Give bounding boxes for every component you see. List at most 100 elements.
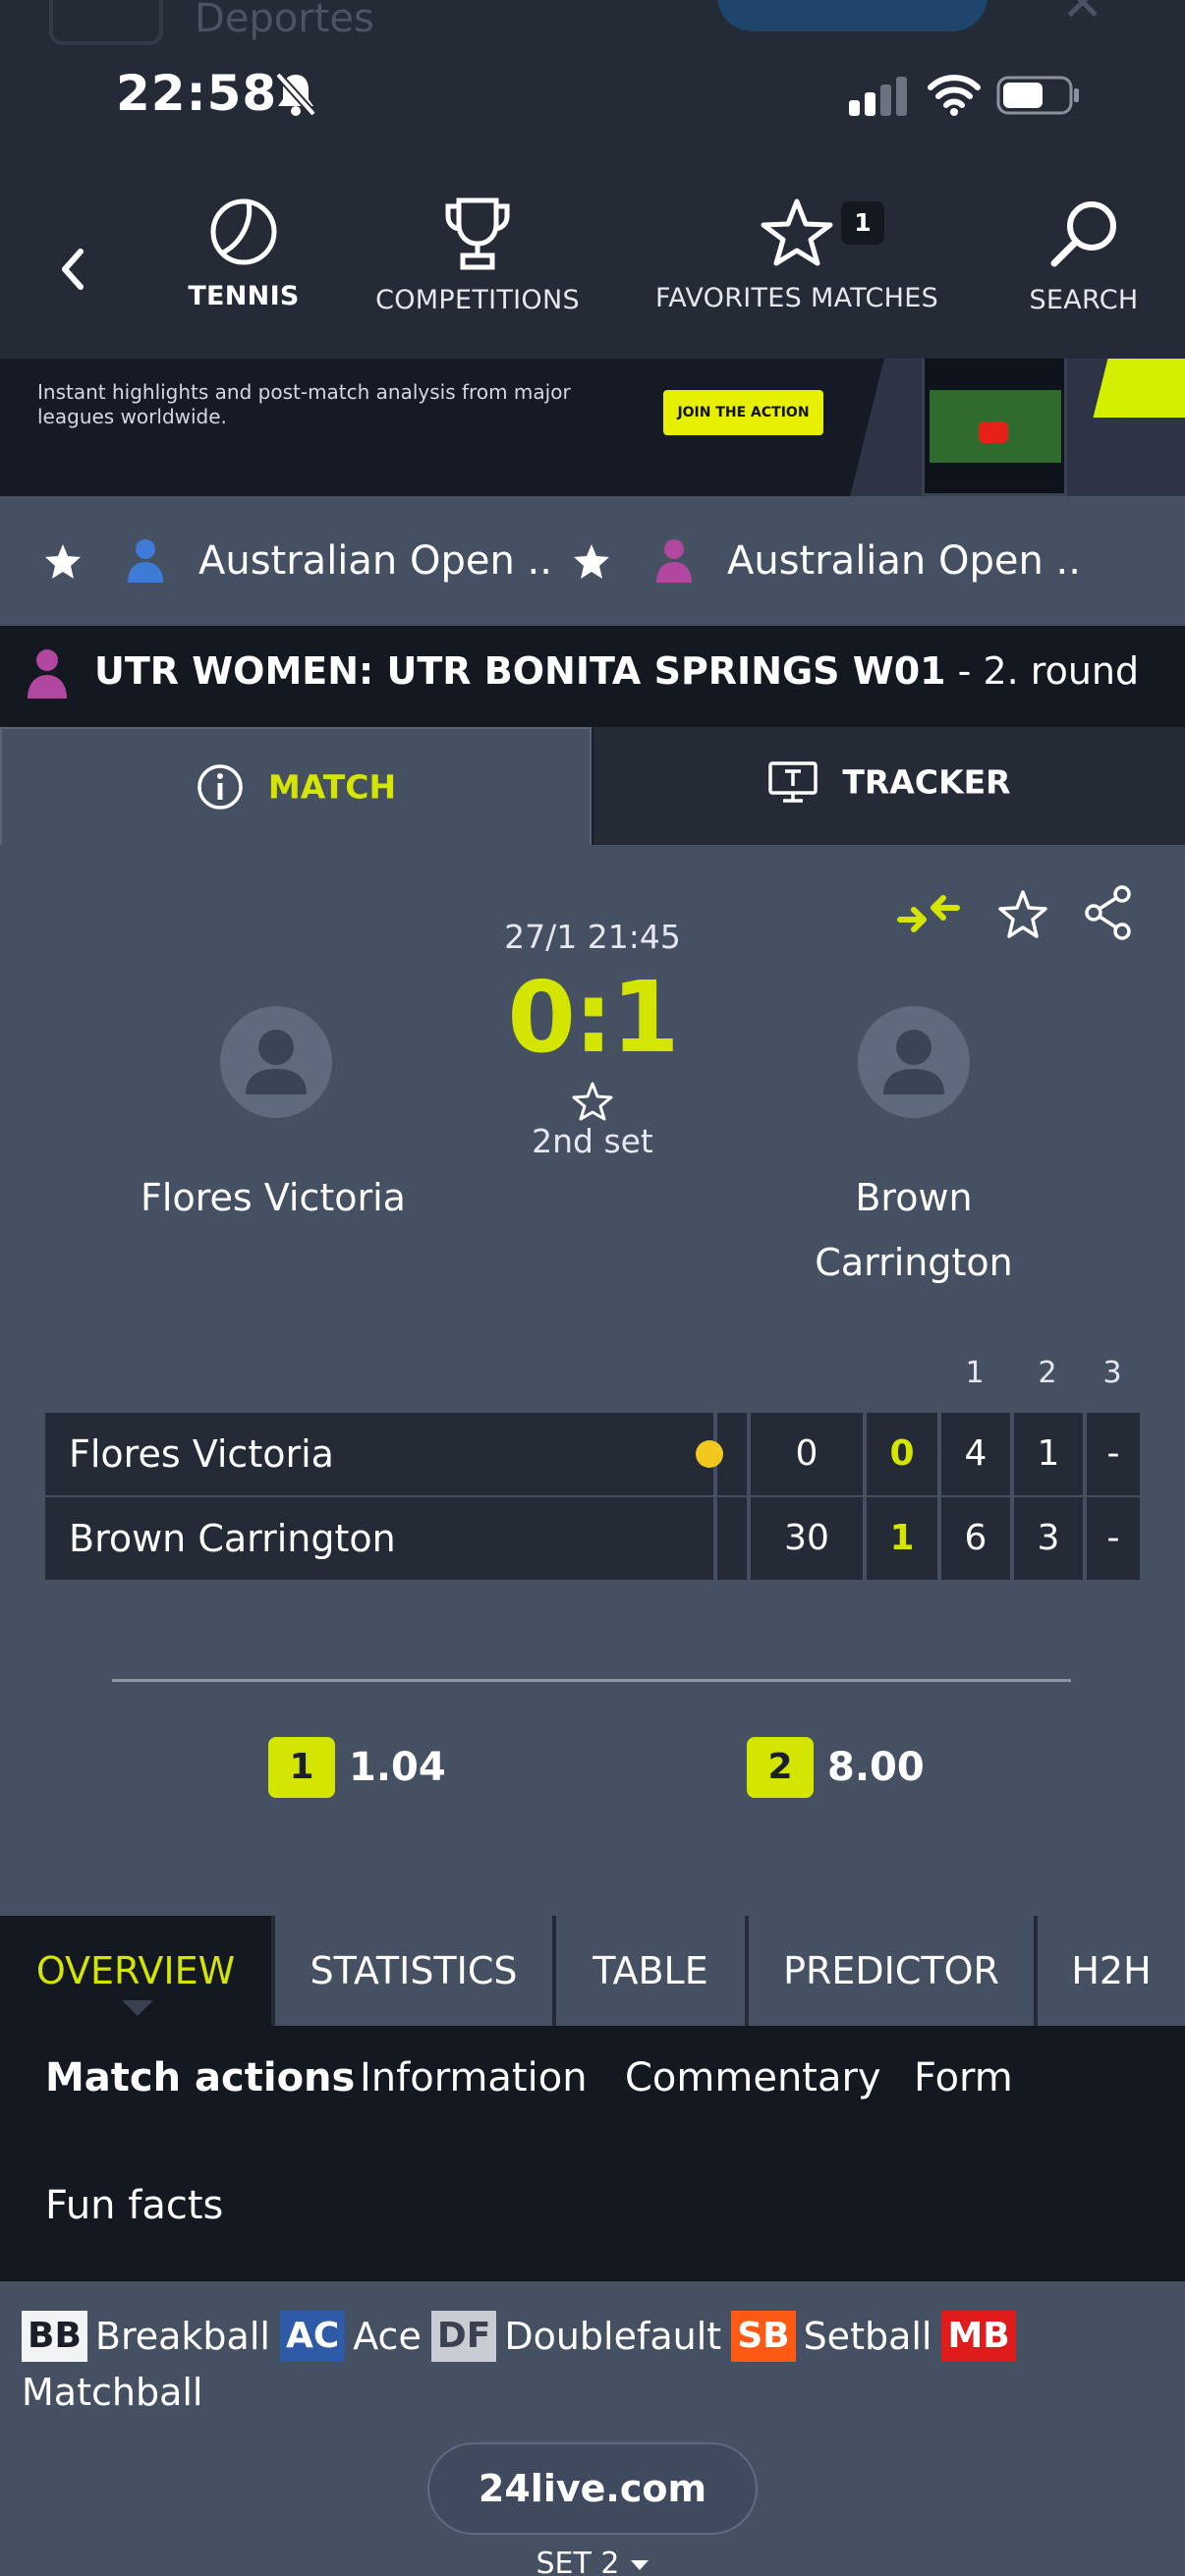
app-store-banner-logo [49,0,163,45]
favorite-star-icon[interactable] [996,888,1049,941]
share-icon[interactable] [1083,884,1134,941]
compress-view-icon[interactable] [896,888,961,939]
set3-cell: - [1083,1413,1140,1495]
play-icon [979,421,1008,443]
tab-match[interactable]: MATCH [0,727,592,845]
set1-cell: 6 [937,1497,1010,1580]
female-person-icon [656,539,692,583]
odds-away[interactable]: 2 8.00 [747,1737,943,1798]
nav-tennis[interactable]: TENNIS [175,196,312,344]
favorites-count-badge: 1 [841,201,884,245]
tab-h2h[interactable]: H2H [1034,1916,1185,2026]
legend-badge-doublefault: DF [430,2310,497,2362]
legend-label: Breakball [94,2314,270,2358]
set-header-1: 1 [965,1356,985,1390]
star-outline-icon[interactable] [571,1081,614,1122]
odds-badge: 2 [747,1737,814,1798]
favorite-competition-1[interactable]: Australian Open .. [43,533,554,588]
tab-predictor[interactable]: PREDICTOR [745,1916,1034,2026]
subtab-commentary[interactable]: Commentary [625,2055,881,2100]
tournament-name: UTR WOMEN: UTR BONITA SPRINGS W01 [94,649,946,693]
player2-avatar[interactable] [858,1006,970,1118]
person-placeholder-icon [883,1030,944,1094]
subtab-fun-facts[interactable]: Fun facts [45,2183,223,2228]
odds-badge: 1 [268,1737,335,1798]
points-cell: 30 [747,1497,863,1580]
nav-competitions-label: COMPETITIONS [375,285,580,315]
subtab-match-actions[interactable]: Match actions [45,2055,355,2100]
tournament-round: - 2. round [945,649,1140,693]
divider [112,1679,1071,1682]
nav-tennis-label: TENNIS [188,281,300,311]
nav-search[interactable]: SEARCH [1012,196,1156,344]
favorite-competition-label: Australian Open .. [727,538,1081,584]
tab-statistics[interactable]: STATISTICS [271,1916,552,2026]
scoreboard-player-name: Brown Carrington [69,1517,396,1560]
subtab-information[interactable]: Information [360,2055,588,2100]
legend-badge-matchball: MB [941,2310,1016,2362]
ad-text: Instant highlights and post-match analys… [37,380,571,428]
ad-phone-image [922,359,1067,496]
sets-won-cell: 0 [863,1413,937,1495]
info-icon [198,764,243,810]
serve-cell [713,1497,751,1580]
player1-name[interactable]: Flores Victoria [86,1165,460,1230]
battery-icon [996,76,1079,115]
star-filled-icon[interactable] [572,542,611,582]
scoreboard-row: Flores Victoria 0 0 4 1 - [45,1413,1140,1495]
legend-label: Ace [353,2314,422,2358]
site-url-pill[interactable]: 24live.com [427,2442,758,2535]
set-selector[interactable]: SET 2 [472,2547,713,2576]
tab-table[interactable]: TABLE [552,1916,745,2026]
points-cell: 0 [747,1413,863,1495]
close-icon: ✕ [1061,0,1104,33]
legend-badge-ace: AC [279,2310,346,2362]
chevron-down-icon [631,2559,649,2570]
status-clock: 22:58 [116,65,278,122]
female-person-icon [28,649,67,699]
ad-join-button[interactable]: JOIN THE ACTION [663,390,823,435]
sets-won-cell: 1 [863,1497,937,1580]
set-header-2: 2 [1038,1356,1057,1390]
legend-label: Setball [803,2314,932,2358]
set3-cell: - [1083,1497,1140,1580]
scoreboard-player-name: Flores Victoria [69,1432,334,1476]
tab-tracker-label: TRACKER [842,762,1011,802]
legend-label: Doublefault [504,2314,722,2358]
odds-value: 1.04 [349,1745,446,1790]
odds-home[interactable]: 1 1.04 [268,1737,465,1798]
set1-cell: 4 [937,1413,1010,1495]
nav-favorites-matches[interactable]: FAVORITES MATCHES [645,196,949,344]
set-selector-label: SET 2 [536,2547,620,2576]
serving-indicator [696,1440,723,1468]
tournament-title: UTR WOMEN: UTR BONITA SPRINGS W01 - 2. r… [94,649,1139,693]
back-arrow-icon[interactable] [51,244,96,295]
player1-avatar[interactable] [220,1006,332,1118]
person-placeholder-icon [246,1030,307,1094]
app-store-banner-title: Deportes [195,0,374,41]
ad-banner[interactable]: Instant highlights and post-match analys… [0,359,1185,496]
set2-cell: 3 [1010,1497,1083,1580]
wifi-icon [928,75,981,116]
set2-cell: 1 [1010,1413,1083,1495]
tennis-ball-icon [210,198,277,265]
match-score: 0:1 [507,960,679,1075]
legend-label: Matchball [22,2371,203,2414]
set-header-3: 3 [1102,1356,1122,1390]
favorite-competition-2[interactable]: Australian Open .. [572,533,1161,588]
tab-tracker[interactable]: TRACKER [593,727,1185,845]
bell-muted-icon [275,72,316,117]
player2-name[interactable]: Brown Carrington [776,1165,1051,1295]
legend-row: Matchball [22,2362,202,2423]
nav-competitions[interactable]: COMPETITIONS [362,196,593,344]
trophy-icon [445,197,510,270]
nav-favorites-label: FAVORITES MATCHES [654,283,939,313]
star-filled-icon[interactable] [43,542,83,582]
subtab-form[interactable]: Form [914,2055,1013,2100]
search-icon [1050,201,1116,267]
legend-badge-setball: SB [731,2310,796,2362]
section-tabs: OVERVIEW STATISTICS TABLE PREDICTOR H2H [0,1916,1185,2026]
legend-badge-breakball: BB [22,2310,87,2362]
tournament-header[interactable]: UTR WOMEN: UTR BONITA SPRINGS W01 - 2. r… [0,626,1185,727]
male-person-icon [128,539,163,583]
